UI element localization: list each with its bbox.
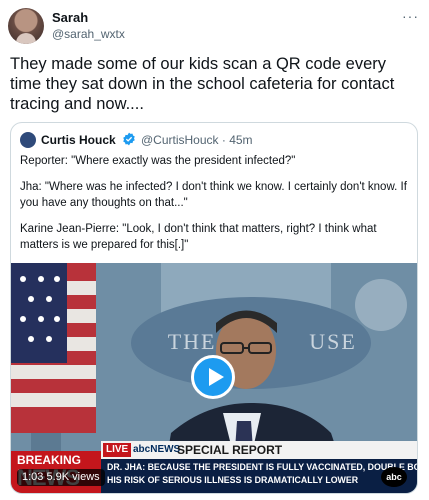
quoted-tweet-header: Curtis Houck @CurtisHouck · 45m: [20, 132, 410, 150]
author-name[interactable]: Sarah: [52, 10, 88, 25]
quoted-tweet-text: Reporter: "Where exactly was the preside…: [20, 153, 410, 263]
american-flag: [11, 263, 96, 433]
video-duration-views: 1:03 5.9K views: [17, 469, 105, 486]
news-crawl: DR. JHA: BECAUSE THE PRESIDENT IS FULLY …: [101, 459, 417, 493]
tweet-text: They made some of our kids scan a QR cod…: [10, 55, 395, 113]
seal-emblem: [355, 279, 407, 331]
play-button[interactable]: [191, 355, 235, 399]
video-player[interactable]: THE WH USE BREAKING NEWS: [11, 263, 417, 493]
quote-paragraph: Jha: "Where was he infected? I don't thi…: [20, 181, 407, 209]
crawl-line-1: DR. JHA: BECAUSE THE PRESIDENT IS FULLY …: [107, 462, 417, 472]
author-handle[interactable]: @sarah_wxtx: [52, 27, 125, 41]
quoted-tweet[interactable]: Curtis Houck @CurtisHouck · 45m Reporter…: [10, 122, 418, 494]
abc-logo-icon: abc: [381, 467, 407, 487]
quote-paragraph: Reporter: "Where exactly was the preside…: [20, 155, 296, 167]
tweet-header: Sarah @sarah_wxtx ···: [8, 8, 421, 48]
verified-badge-icon: [123, 132, 135, 146]
network-logo: abcNEWS: [133, 444, 181, 455]
more-options-icon[interactable]: ···: [402, 8, 419, 24]
quoted-handle-time: @CurtisHouck · 45m: [141, 133, 253, 147]
crawl-line-2: HIS RISK OF SERIOUS ILLNESS IS DRAMATICA…: [107, 475, 359, 485]
quote-paragraph: Karine Jean-Pierre: "Look, I don't think…: [20, 223, 377, 251]
live-badge: LIVE: [103, 443, 132, 457]
avatar[interactable]: [8, 8, 44, 44]
special-report-label: SPECIAL REPORT: [177, 443, 283, 457]
quoted-author-name[interactable]: Curtis Houck: [41, 133, 116, 147]
podium-text-right: USE: [309, 329, 357, 354]
quoted-avatar[interactable]: [20, 132, 36, 148]
